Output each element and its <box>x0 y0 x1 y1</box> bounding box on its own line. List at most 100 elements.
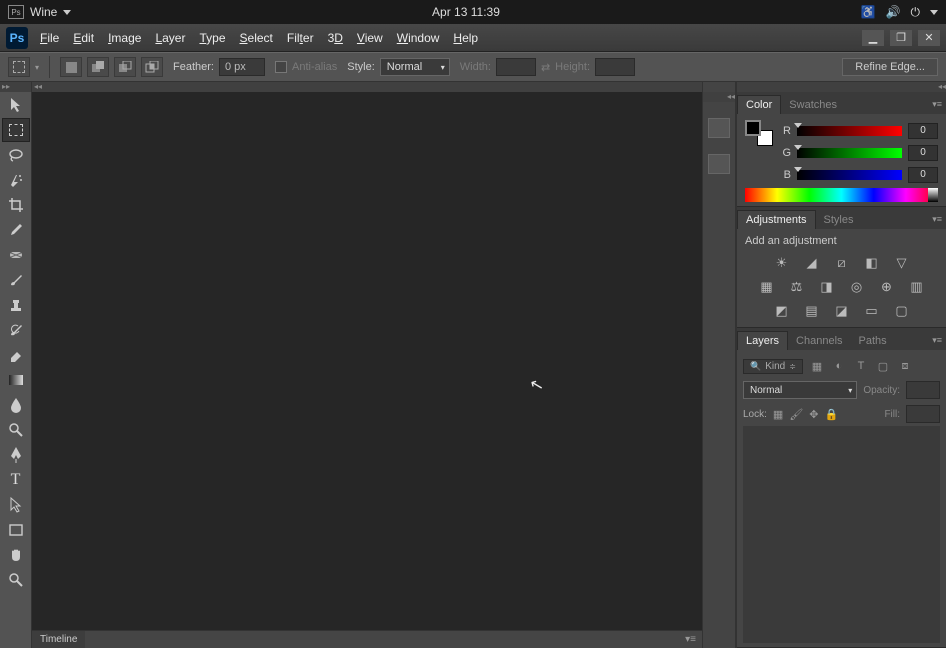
dock-properties-icon[interactable] <box>708 154 730 174</box>
tab-paths[interactable]: Paths <box>851 332 895 350</box>
adj-exposure-icon[interactable]: ◧ <box>863 255 881 271</box>
foreground-color-swatch[interactable] <box>745 120 761 136</box>
lock-transparent-icon[interactable]: ▦ <box>773 408 783 421</box>
menu-select[interactable]: Select <box>240 31 273 45</box>
adj-photo-filter-icon[interactable]: ◎ <box>848 279 866 295</box>
tool-hand[interactable] <box>2 543 30 567</box>
tool-preset-button[interactable] <box>8 57 30 77</box>
filter-smart-icon[interactable]: ⧈ <box>897 359 913 373</box>
power-icon[interactable]: ⏻ <box>911 5 921 20</box>
g-value[interactable]: 0 <box>908 145 938 161</box>
tool-dodge[interactable] <box>2 418 30 442</box>
menu-image[interactable]: Image <box>108 31 141 45</box>
tab-color[interactable]: Color <box>737 95 781 114</box>
filter-adjust-icon[interactable]: ◐ <box>831 359 847 373</box>
timeline-tab[interactable]: Timeline <box>32 631 85 648</box>
adj-selective-icon[interactable]: ▢ <box>893 303 911 319</box>
adj-vibrance-icon[interactable]: ▽ <box>893 255 911 271</box>
tab-adjustments[interactable]: Adjustments <box>737 210 816 229</box>
color-panel-menu-icon[interactable]: ▾≡ <box>932 99 942 110</box>
filter-type-icon[interactable]: T <box>853 359 869 373</box>
menu-window[interactable]: Window <box>397 31 440 45</box>
adj-levels-icon[interactable]: ◢ <box>803 255 821 271</box>
tab-layers[interactable]: Layers <box>737 331 788 350</box>
blend-mode-dropdown[interactable]: Normal <box>743 381 857 399</box>
canvas[interactable]: ↖ <box>32 92 702 630</box>
window-maximize-button[interactable]: ❐ <box>890 30 912 46</box>
tool-move[interactable] <box>2 93 30 117</box>
menu-3d[interactable]: 3D <box>328 31 343 45</box>
color-swatch-pair[interactable] <box>745 120 773 146</box>
panels-dock-handle[interactable]: ◂◂ <box>737 82 946 92</box>
b-slider[interactable] <box>797 170 902 180</box>
menu-help[interactable]: Help <box>453 31 478 45</box>
g-slider[interactable] <box>797 148 902 158</box>
lock-all-icon[interactable]: 🔒 <box>825 408 839 421</box>
menu-layer[interactable]: Layer <box>155 31 185 45</box>
tool-preset-caret-icon[interactable]: ▾ <box>35 63 39 72</box>
r-slider[interactable] <box>797 126 902 136</box>
selection-intersect-button[interactable] <box>141 57 163 77</box>
tool-path-select[interactable] <box>2 493 30 517</box>
feather-input[interactable]: 0 px <box>219 58 265 76</box>
adj-hue-icon[interactable]: ▦ <box>758 279 776 295</box>
adj-brightness-icon[interactable]: ☀ <box>773 255 791 271</box>
adj-lut-icon[interactable]: ▥ <box>908 279 926 295</box>
tab-swatches[interactable]: Swatches <box>781 96 845 114</box>
adjust-panel-menu-icon[interactable]: ▾≡ <box>932 214 942 225</box>
tool-eraser[interactable] <box>2 343 30 367</box>
tool-eyedropper[interactable] <box>2 218 30 242</box>
adj-bw-icon[interactable]: ◨ <box>818 279 836 295</box>
window-close-button[interactable]: ✕ <box>918 30 940 46</box>
system-menu-caret-icon[interactable] <box>930 10 938 15</box>
selection-new-button[interactable] <box>60 57 82 77</box>
adj-balance-icon[interactable]: ⚖ <box>788 279 806 295</box>
adj-posterize-icon[interactable]: ▤ <box>803 303 821 319</box>
tool-pen[interactable] <box>2 443 30 467</box>
lock-pixels-icon[interactable]: 🖌 <box>789 408 803 421</box>
adj-gradmap-icon[interactable]: ▭ <box>863 303 881 319</box>
window-minimize-button[interactable]: ▁ <box>862 30 884 46</box>
os-app-name[interactable]: Wine <box>30 5 57 19</box>
toolbox-dock-handle[interactable]: ▸▸ <box>0 82 31 92</box>
spectrum-picker[interactable] <box>745 188 938 202</box>
tool-zoom[interactable] <box>2 568 30 592</box>
menu-type[interactable]: Type <box>199 31 225 45</box>
menu-view[interactable]: View <box>357 31 383 45</box>
tool-quick-select[interactable] <box>2 168 30 192</box>
tool-brush[interactable] <box>2 268 30 292</box>
refine-edge-button[interactable]: Refine Edge... <box>842 58 938 76</box>
dock-handle[interactable]: ◂◂ <box>703 92 735 102</box>
adj-curves-icon[interactable]: ⧄ <box>833 255 851 271</box>
dock-history-icon[interactable] <box>708 118 730 138</box>
tool-rect-marquee[interactable] <box>2 118 30 142</box>
volume-icon[interactable]: 🔊 <box>886 5 901 19</box>
selection-add-button[interactable] <box>87 57 109 77</box>
timeline-menu-icon[interactable]: ▾≡ <box>679 634 702 645</box>
tab-channels[interactable]: Channels <box>788 332 850 350</box>
adj-threshold-icon[interactable]: ◪ <box>833 303 851 319</box>
r-value[interactable]: 0 <box>908 123 938 139</box>
menu-filter[interactable]: Filter <box>287 31 314 45</box>
tool-blur[interactable] <box>2 393 30 417</box>
tab-styles[interactable]: Styles <box>816 211 862 229</box>
tool-lasso[interactable] <box>2 143 30 167</box>
lock-position-icon[interactable]: ✥ <box>809 408 818 421</box>
selection-subtract-button[interactable] <box>114 57 136 77</box>
layer-list[interactable] <box>743 426 940 643</box>
app-menu-caret-icon[interactable] <box>63 10 71 15</box>
menu-file[interactable]: File <box>40 31 59 45</box>
style-dropdown[interactable]: Normal <box>380 58 450 76</box>
layers-panel-menu-icon[interactable]: ▾≡ <box>932 335 942 346</box>
tool-history-brush[interactable] <box>2 318 30 342</box>
opacity-input[interactable] <box>906 381 940 399</box>
fill-input[interactable] <box>906 405 940 423</box>
filter-shape-icon[interactable]: ▢ <box>875 359 891 373</box>
b-value[interactable]: 0 <box>908 167 938 183</box>
canvas-dock-handle[interactable]: ◂◂ <box>32 82 702 92</box>
tool-shape[interactable] <box>2 518 30 542</box>
tool-healing[interactable] <box>2 243 30 267</box>
filter-pixel-icon[interactable]: ▦ <box>809 359 825 373</box>
accessibility-icon[interactable]: ♿ <box>861 5 876 19</box>
layer-filter-kind[interactable]: 🔍 Kind ≑ <box>743 359 803 374</box>
